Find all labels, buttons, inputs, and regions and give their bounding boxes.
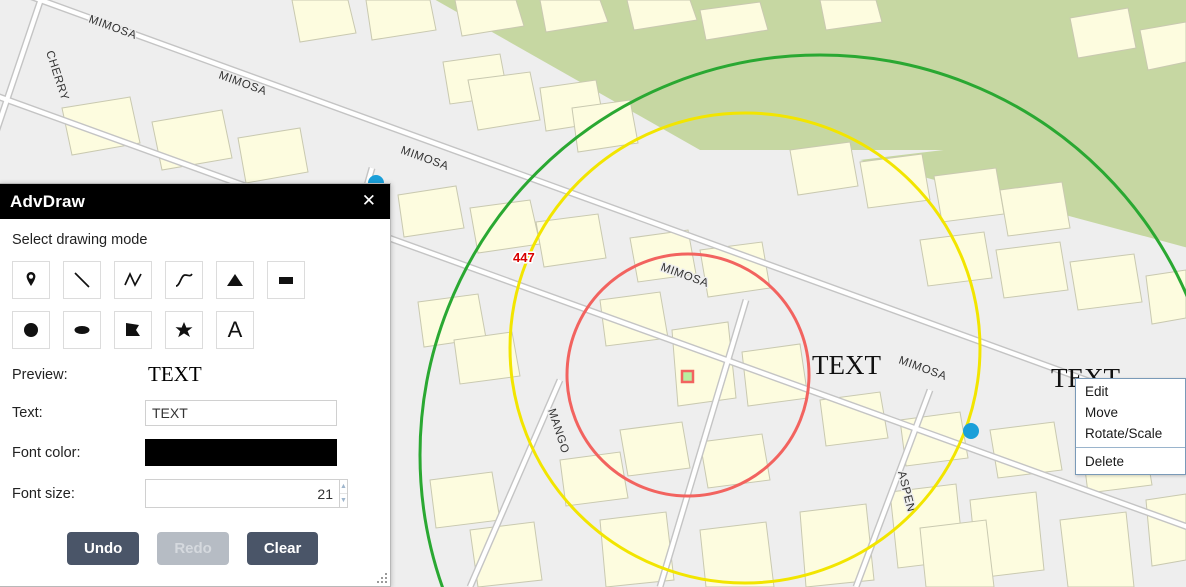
undo-button[interactable]: Undo bbox=[67, 532, 140, 565]
polyline-icon bbox=[124, 271, 142, 287]
clear-button[interactable]: Clear bbox=[246, 532, 319, 565]
context-menu-item-rotate-scale[interactable]: Rotate/Scale bbox=[1076, 423, 1185, 444]
marker-pin-icon bbox=[26, 272, 36, 286]
font-color-label: Font color: bbox=[12, 444, 81, 461]
dialog-titlebar[interactable]: AdvDraw ✕ bbox=[0, 184, 390, 219]
drawing-mode-heading: Select drawing mode bbox=[12, 232, 148, 248]
tool-polygon[interactable] bbox=[114, 311, 152, 349]
curve-icon bbox=[175, 273, 193, 287]
text-input[interactable] bbox=[145, 400, 337, 426]
advdraw-dialog: AdvDraw ✕ Select drawing mode A Preview:… bbox=[0, 183, 391, 587]
street-label: MIMOSA bbox=[897, 355, 948, 383]
tool-curve[interactable] bbox=[165, 261, 203, 299]
close-icon[interactable]: ✕ bbox=[359, 191, 379, 212]
text-row: Text: bbox=[12, 400, 378, 426]
preview-row: Preview: TEXT bbox=[12, 362, 378, 387]
font-size-row: Font size: ▲ ▼ bbox=[12, 479, 378, 508]
rectangle-icon bbox=[279, 277, 293, 284]
tool-rectangle[interactable] bbox=[267, 261, 305, 299]
tool-text[interactable]: A bbox=[216, 311, 254, 349]
drawing-tools-row-2: A bbox=[12, 311, 378, 349]
text-label: Text: bbox=[12, 405, 43, 421]
street-label: MIMOSA bbox=[87, 14, 138, 42]
street-label: MANGO bbox=[545, 407, 571, 455]
distance-label: 447 bbox=[513, 250, 535, 265]
font-size-input[interactable] bbox=[145, 479, 339, 508]
font-color-row: Font color: bbox=[12, 439, 378, 466]
map-text-annotation[interactable]: TEXT bbox=[812, 350, 881, 380]
tool-circle[interactable] bbox=[12, 311, 50, 349]
action-buttons: Undo Redo Clear bbox=[67, 532, 378, 565]
font-color-swatch[interactable] bbox=[145, 439, 337, 466]
polygon-icon bbox=[126, 323, 140, 336]
context-menu-item-delete[interactable]: Delete bbox=[1076, 451, 1185, 472]
spin-down-icon[interactable]: ▼ bbox=[340, 493, 347, 507]
ellipse-icon bbox=[74, 326, 90, 334]
font-size-stepper: ▲ ▼ bbox=[145, 479, 348, 508]
tool-marker[interactable] bbox=[12, 261, 50, 299]
dialog-body: Select drawing mode A Preview: TEXT Text… bbox=[0, 219, 390, 565]
preview-value: TEXT bbox=[148, 362, 202, 386]
context-menu-separator bbox=[1076, 447, 1185, 448]
font-size-label: Font size: bbox=[12, 485, 75, 502]
preview-label: Preview: bbox=[12, 366, 68, 383]
circle-icon bbox=[24, 323, 38, 337]
redo-button: Redo bbox=[157, 532, 229, 565]
context-menu-item-edit[interactable]: Edit bbox=[1076, 381, 1185, 402]
tool-ellipse[interactable] bbox=[63, 311, 101, 349]
tool-triangle[interactable] bbox=[216, 261, 254, 299]
star-icon bbox=[175, 322, 193, 338]
map-drawing-application: CHERRY MIMOSA MIMOSA MIMOSA MIMOSA MIMOS… bbox=[0, 0, 1186, 587]
line-icon bbox=[74, 272, 90, 288]
spin-up-icon[interactable]: ▲ bbox=[340, 480, 347, 493]
tool-line[interactable] bbox=[63, 261, 101, 299]
dialog-title: AdvDraw bbox=[10, 191, 86, 211]
font-size-spin-buttons: ▲ ▼ bbox=[339, 479, 348, 508]
drawing-tools-row-1 bbox=[12, 261, 378, 299]
resize-grip-handle[interactable] bbox=[376, 572, 388, 584]
tool-star[interactable] bbox=[165, 311, 203, 349]
context-menu-item-move[interactable]: Move bbox=[1076, 402, 1185, 423]
vertex-marker-blue-2[interactable] bbox=[963, 423, 979, 439]
street-label: CHERRY bbox=[43, 49, 70, 102]
object-context-menu: Edit Move Rotate/Scale Delete bbox=[1075, 378, 1186, 475]
tool-polyline[interactable] bbox=[114, 261, 152, 299]
selected-object-handle[interactable] bbox=[680, 369, 695, 384]
triangle-icon bbox=[227, 274, 243, 286]
